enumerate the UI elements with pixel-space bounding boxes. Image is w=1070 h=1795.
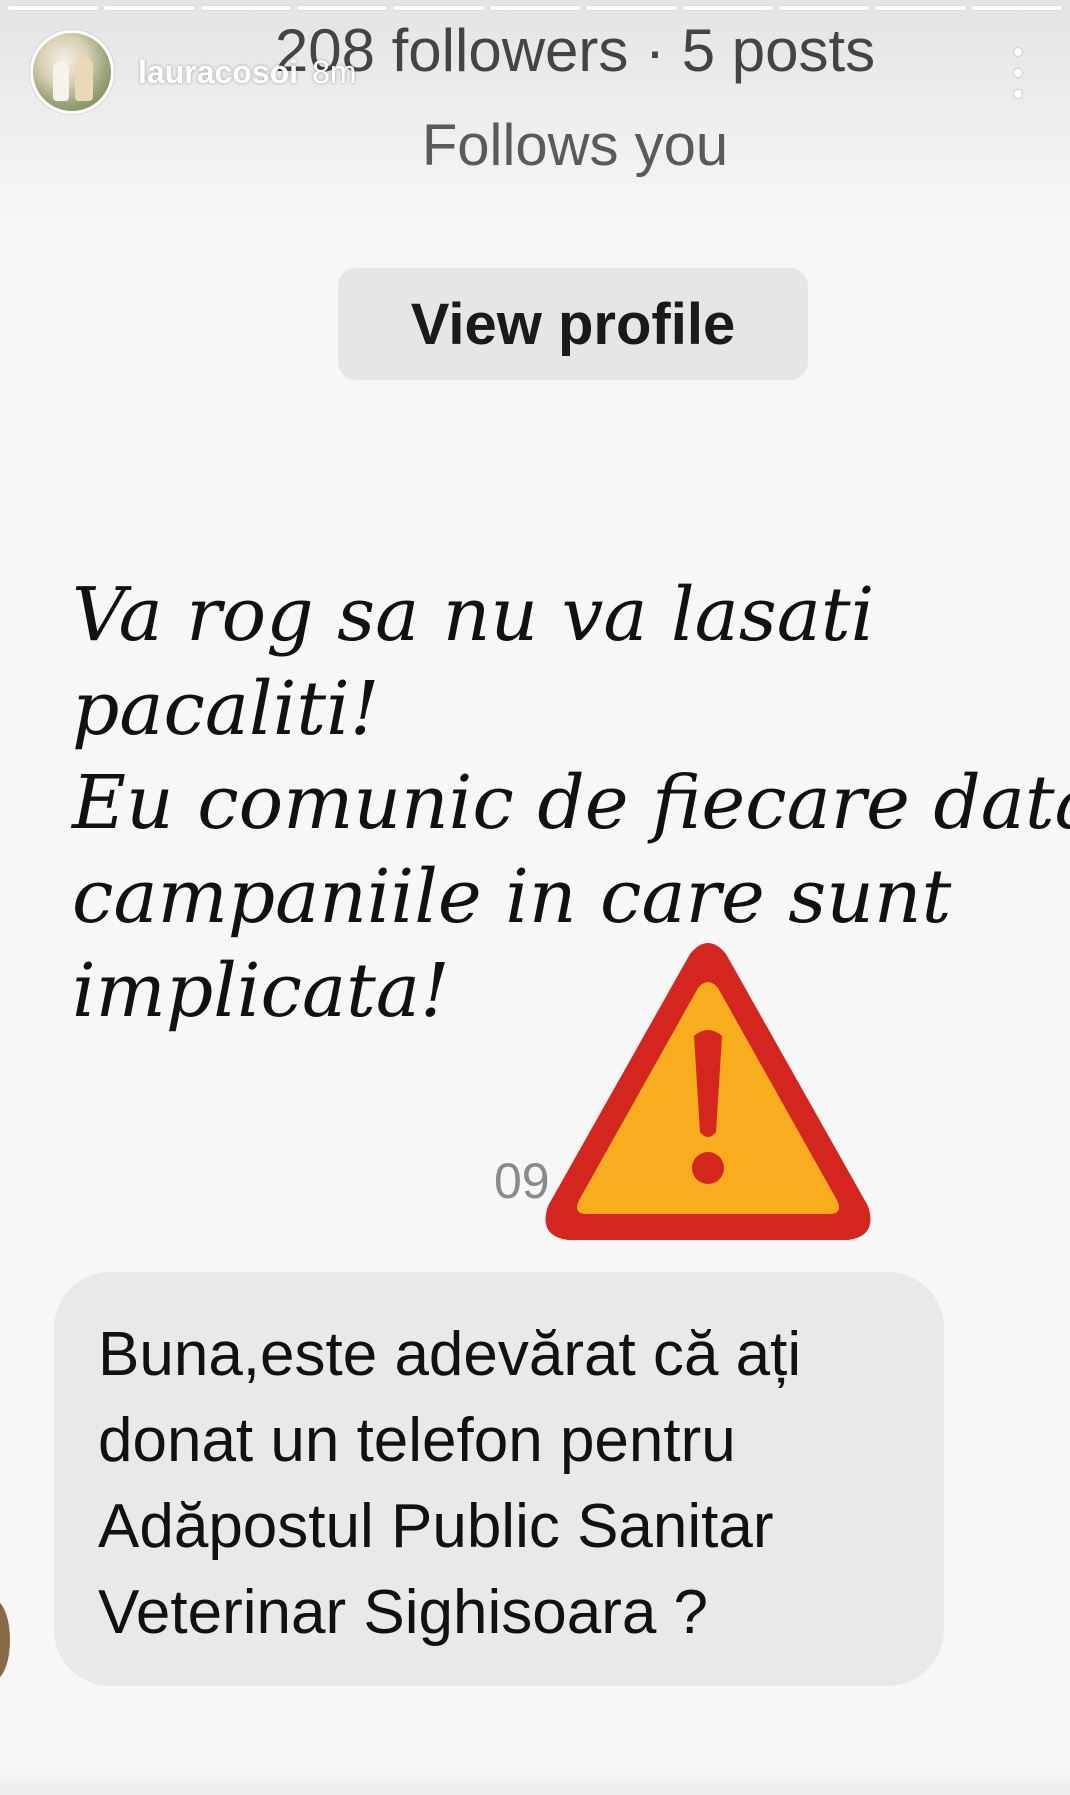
view-profile-button[interactable]: View profile xyxy=(338,268,808,380)
avatar-figure xyxy=(53,61,69,101)
warning-triangle-icon xyxy=(545,943,871,1240)
progress-segment xyxy=(875,6,966,10)
story-text-line: campaniile in care sunt xyxy=(72,854,952,940)
follows-you-label: Follows you xyxy=(421,113,729,178)
story-time-ago: 8m xyxy=(312,53,357,90)
dot xyxy=(1014,69,1022,77)
story-text-line: Va rog sa nu va lasati xyxy=(72,572,875,658)
progress-segment xyxy=(104,6,195,10)
message-line: Buna,este adevărat că ați xyxy=(98,1320,802,1389)
progress-segment xyxy=(586,6,677,10)
story-text-line: Eu comunic de fiecare data xyxy=(72,760,1070,846)
message-line: Veterinar Sighisoara ? xyxy=(98,1578,709,1647)
exclamation-dot xyxy=(692,1152,724,1184)
avatar-figure xyxy=(75,57,93,101)
sender-avatar xyxy=(0,1600,10,1680)
user-avatar[interactable] xyxy=(30,30,114,114)
progress-segment xyxy=(200,6,292,10)
message-line: donat un telefon pentru xyxy=(98,1406,736,1475)
progress-segment xyxy=(778,6,870,10)
story-progress-bar xyxy=(8,6,1062,10)
progress-segment xyxy=(8,6,99,10)
story-header: lauracosoi 8m xyxy=(30,30,357,114)
progress-segment xyxy=(297,6,388,10)
progress-segment xyxy=(682,6,773,10)
story-text-line: pacaliti! xyxy=(72,666,380,752)
progress-segment xyxy=(489,6,581,10)
more-options-icon[interactable] xyxy=(1008,48,1028,98)
progress-segment xyxy=(393,6,484,10)
message-line: Adăpostul Public Sanitar xyxy=(98,1492,774,1561)
bottom-fade xyxy=(0,1765,1070,1795)
progress-segment xyxy=(971,6,1062,10)
dot xyxy=(1014,48,1022,56)
message-bubble[interactable]: Buna,este adevărat că ați donat un telef… xyxy=(54,1272,944,1686)
story-username[interactable]: lauracosoi xyxy=(138,54,298,91)
dot xyxy=(1014,90,1022,98)
